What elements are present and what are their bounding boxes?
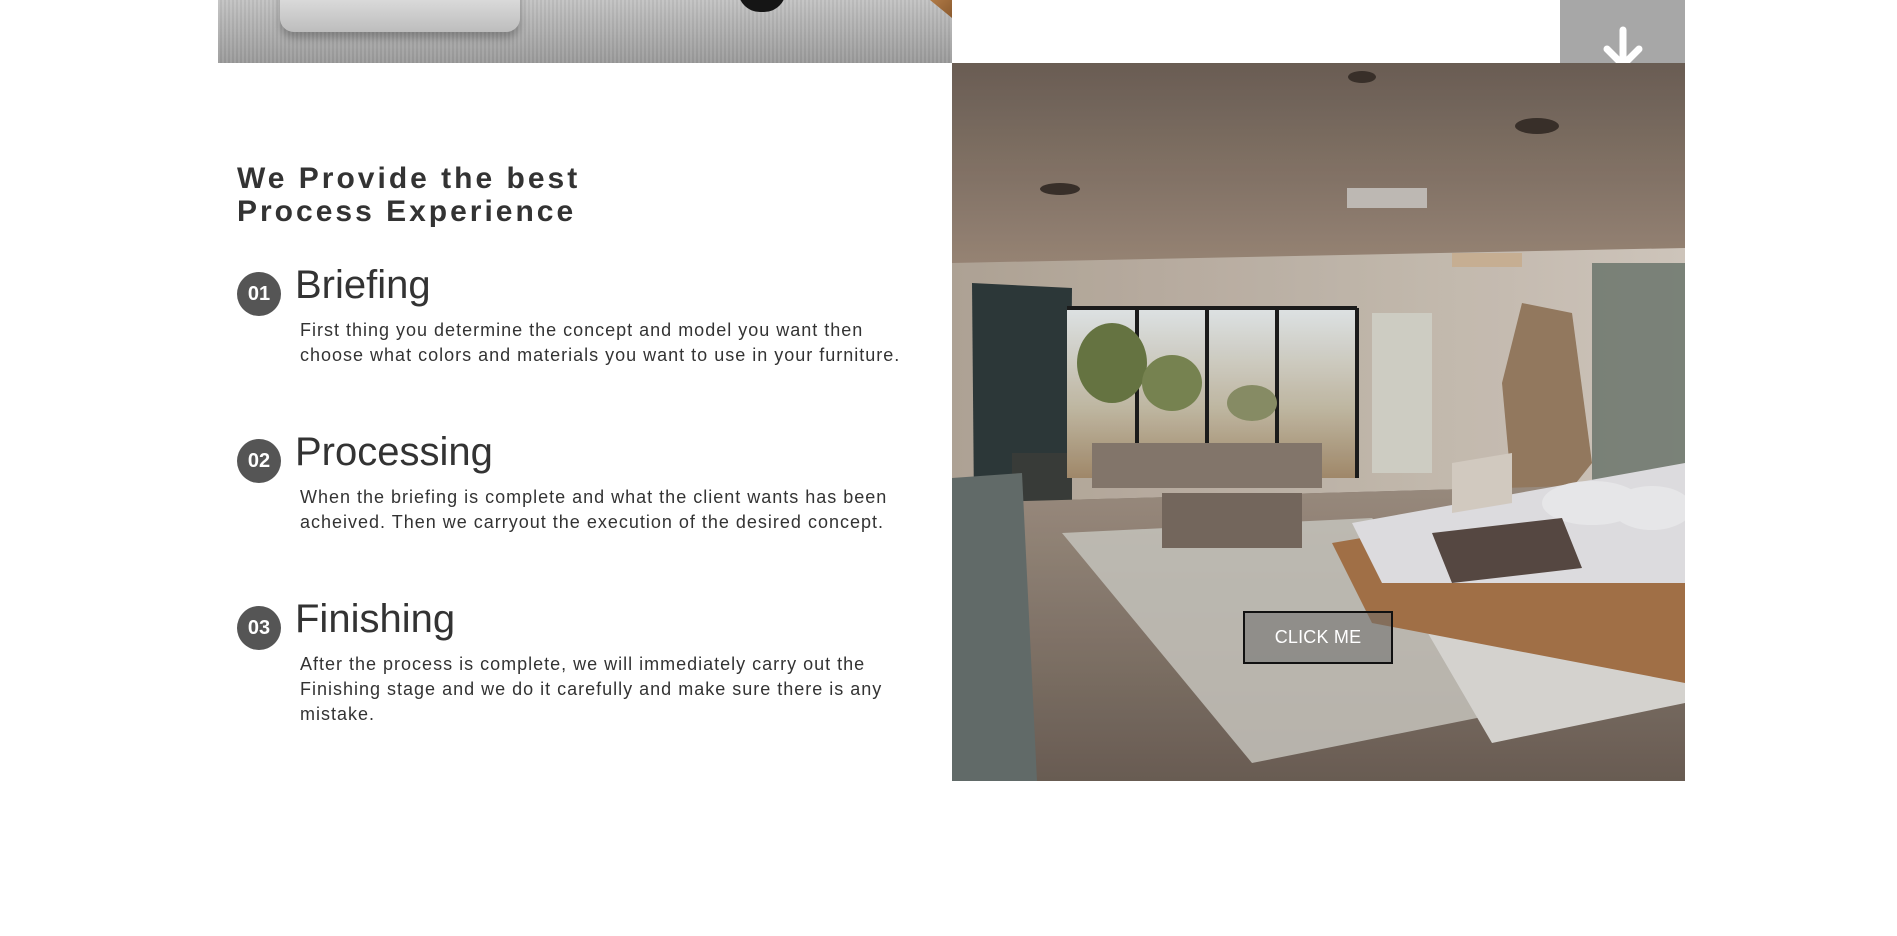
step-number-badge: 02 [237, 439, 281, 483]
sofa-base [280, 0, 520, 32]
step-description: After the process is complete, we will i… [300, 654, 883, 724]
click-me-button[interactable]: CLICK ME [1243, 611, 1393, 664]
interior-illustration [952, 63, 1685, 781]
step-title: Briefing [295, 263, 431, 307]
step-number-badge: 03 [237, 606, 281, 650]
step-title: Processing [295, 430, 493, 474]
step-title: Finishing [295, 597, 456, 641]
step-number-badge: 01 [237, 272, 281, 316]
step-description: First thing you determine the concept an… [300, 320, 901, 365]
bedroom-interior-image [952, 63, 1685, 781]
process-section: We Provide the best Process Experience 0… [0, 0, 1897, 936]
section-title: We Provide the best Process Experience [237, 162, 581, 228]
step-description: When the briefing is complete and what t… [300, 487, 888, 532]
living-room-photo-top [218, 0, 952, 63]
